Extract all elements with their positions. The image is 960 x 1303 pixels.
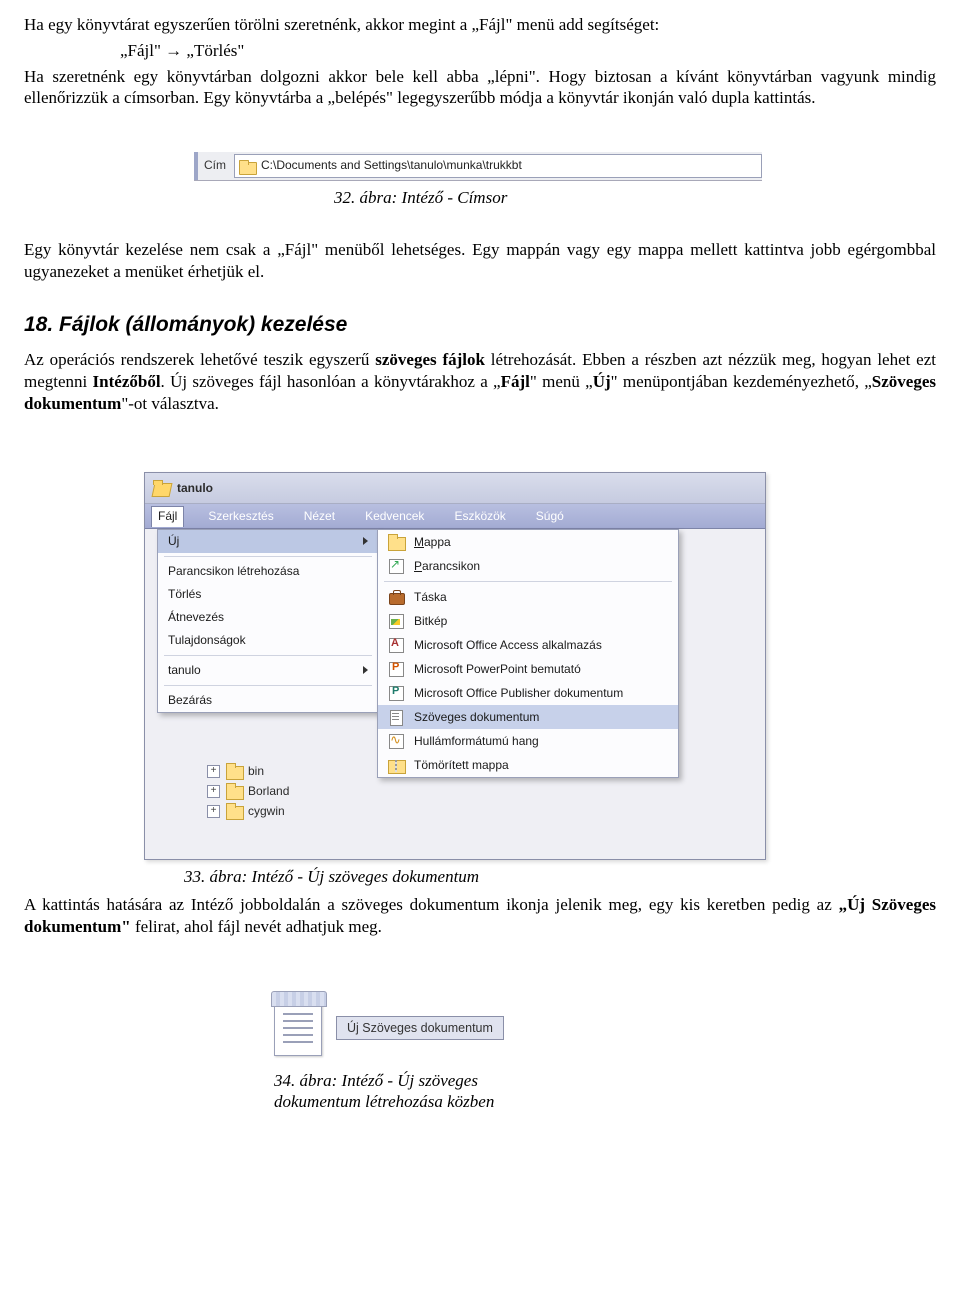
menu-tanulo[interactable]: tanulo bbox=[158, 659, 378, 682]
paragraph: Egy könyvtár kezelése nem csak a „Fájl" … bbox=[24, 239, 936, 283]
titlebar: tanulo bbox=[145, 473, 765, 504]
menu-item-help[interactable]: Súgó bbox=[530, 507, 570, 526]
paragraph: A kattintás hatására az Intéző jobboldal… bbox=[24, 894, 936, 938]
submenu-item[interactable]: Szöveges dokumentum bbox=[378, 705, 678, 729]
submenu-label: Hullámformátumú hang bbox=[414, 734, 539, 749]
folder-open-icon bbox=[153, 480, 169, 496]
menu-delete[interactable]: Törlés bbox=[158, 583, 378, 606]
menu-rename[interactable]: Átnevezés bbox=[158, 606, 378, 629]
paragraph-indent: „Fájl" → „Törlés" bbox=[120, 40, 936, 62]
figure-33: tanulo Fájl Szerkesztés Nézet Kedvencek … bbox=[144, 472, 936, 860]
new-submenu: Mappa Parancsikon Táska Bitkép Microsoft Off… bbox=[377, 529, 679, 778]
menu-item-tools[interactable]: Eszközök bbox=[448, 507, 511, 526]
figure-34: Új Szöveges dokumentum 34. ábra: Intéző … bbox=[274, 1000, 654, 1114]
pub-icon bbox=[388, 685, 404, 701]
menu-item-favorites[interactable]: Kedvencek bbox=[359, 507, 430, 526]
menu-item-file[interactable]: Fájl bbox=[151, 506, 184, 526]
folder-tree: +bin +Borland +cygwin bbox=[161, 761, 289, 821]
menu-new[interactable]: Új bbox=[158, 530, 378, 553]
window-title: tanulo bbox=[177, 481, 213, 496]
submenu-item[interactable]: Tömörített mappa bbox=[378, 753, 678, 777]
bag-icon bbox=[388, 589, 404, 605]
submenu-label: Tömörített mappa bbox=[414, 758, 509, 773]
folder-icon bbox=[388, 534, 404, 550]
figure-32-caption: 32. ábra: Intéző - Címsor bbox=[334, 187, 936, 209]
figure-32: Cím C:\Documents and Settings\tanulo\mun… bbox=[194, 151, 936, 181]
address-label: Cím bbox=[202, 158, 234, 173]
chevron-right-icon bbox=[363, 537, 368, 545]
submenu-label: Parancsikon bbox=[414, 559, 480, 574]
submenu-label: Mappa bbox=[414, 535, 451, 550]
submenu-item[interactable]: Parancsikon bbox=[378, 554, 678, 578]
menubar: Fájl Szerkesztés Nézet Kedvencek Eszközö… bbox=[145, 504, 765, 529]
submenu-item[interactable]: Microsoft Office Access alkalmazás bbox=[378, 633, 678, 657]
folder-icon bbox=[226, 763, 242, 779]
explorer-body: Új Parancsikon létrehozása Törlés Átneve… bbox=[145, 529, 765, 859]
submenu-item[interactable]: Mappa bbox=[378, 530, 678, 554]
submenu-item[interactable]: Hullámformátumú hang bbox=[378, 729, 678, 753]
menu-properties[interactable]: Tulajdonságok bbox=[158, 629, 378, 652]
chevron-right-icon bbox=[363, 666, 368, 674]
paragraph: Ha egy könyvtárat egyszerűen törölni sze… bbox=[24, 14, 936, 36]
figure-33-caption: 33. ábra: Intéző - Új szöveges dokumentu… bbox=[184, 866, 936, 888]
wav-icon bbox=[388, 733, 404, 749]
new-file-name-field[interactable]: Új Szöveges dokumentum bbox=[336, 1016, 504, 1040]
submenu-label: Szöveges dokumentum bbox=[414, 710, 539, 725]
submenu-item[interactable]: Microsoft PowerPoint bemutató bbox=[378, 657, 678, 681]
folder-icon bbox=[226, 803, 242, 819]
menu-close[interactable]: Bezárás bbox=[158, 689, 378, 712]
address-path: C:\Documents and Settings\tanulo\munka\t… bbox=[261, 158, 522, 173]
menu-item-view[interactable]: Nézet bbox=[298, 507, 341, 526]
shortcut-icon bbox=[388, 558, 404, 574]
submenu-label: Táska bbox=[414, 590, 447, 605]
explorer-window: tanulo Fájl Szerkesztés Nézet Kedvencek … bbox=[144, 472, 766, 860]
submenu-item[interactable]: Microsoft Office Publisher dokumentum bbox=[378, 681, 678, 705]
paragraph: Az operációs rendszerek lehetővé teszik … bbox=[24, 349, 936, 414]
submenu-label: Microsoft Office Publisher dokumentum bbox=[414, 686, 623, 701]
ppt-icon bbox=[388, 661, 404, 677]
address-field[interactable]: C:\Documents and Settings\tanulo\munka\t… bbox=[234, 154, 762, 178]
tree-item[interactable]: +cygwin bbox=[161, 801, 289, 821]
tree-item[interactable]: +bin bbox=[161, 761, 289, 781]
access-icon bbox=[388, 637, 404, 653]
txt-icon bbox=[388, 709, 404, 725]
address-bar: Cím C:\Documents and Settings\tanulo\mun… bbox=[194, 151, 762, 181]
folder-icon bbox=[226, 783, 242, 799]
bmp-icon bbox=[388, 613, 404, 629]
tree-item[interactable]: +Borland bbox=[161, 781, 289, 801]
figure-34-caption: 34. ábra: Intéző - Új szöveges dokumentu… bbox=[274, 1070, 654, 1114]
submenu-item[interactable]: Bitkép bbox=[378, 609, 678, 633]
file-menu: Új Parancsikon létrehozása Törlés Átneve… bbox=[157, 529, 379, 713]
paragraph: Ha szeretnénk egy könyvtárban dolgozni a… bbox=[24, 66, 936, 110]
submenu-label: Microsoft PowerPoint bemutató bbox=[414, 662, 581, 677]
section-heading: 18. Fájlok (állományok) kezelése bbox=[24, 312, 936, 339]
submenu-label: Bitkép bbox=[414, 614, 447, 629]
menu-item-edit[interactable]: Szerkesztés bbox=[202, 507, 279, 526]
folder-icon bbox=[239, 160, 255, 173]
menu-create-shortcut[interactable]: Parancsikon létrehozása bbox=[158, 560, 378, 583]
submenu-label: Microsoft Office Access alkalmazás bbox=[414, 638, 602, 653]
zip-icon bbox=[388, 757, 404, 773]
submenu-item[interactable]: Táska bbox=[378, 585, 678, 609]
text-file-icon bbox=[274, 1000, 322, 1056]
